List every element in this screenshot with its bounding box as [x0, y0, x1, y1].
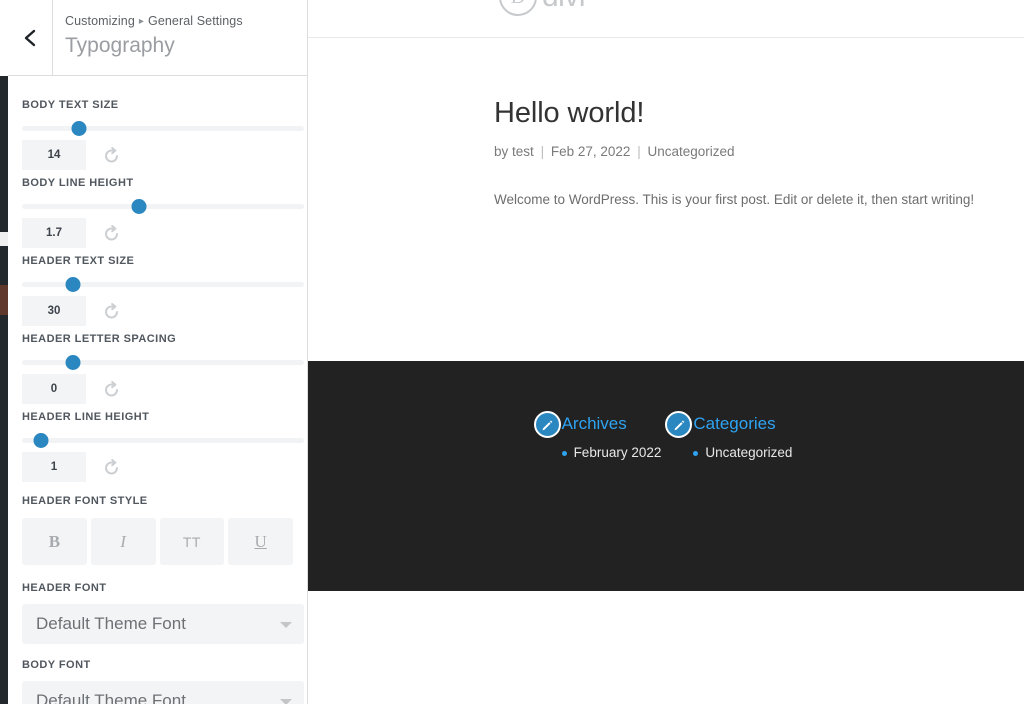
- value-row: 0: [22, 374, 293, 404]
- strip-accent-secondary: [0, 285, 8, 315]
- post-date: Feb 27, 2022: [550, 144, 631, 159]
- control-body-line-height: BODY LINE HEIGHT 1.7: [22, 176, 304, 248]
- footer-widget-row: Archives February 2022 Categories Uncate…: [308, 361, 1024, 463]
- list-item[interactable]: February 2022: [561, 443, 661, 463]
- reset-arrow-icon[interactable]: [96, 452, 126, 482]
- value-input[interactable]: 14: [22, 140, 86, 170]
- reset-arrow-icon[interactable]: [96, 296, 126, 326]
- pencil-edit-icon[interactable]: [533, 411, 561, 438]
- value-row: 1.7: [22, 218, 293, 248]
- value-row: 1: [22, 452, 293, 482]
- chevron-left-icon: [23, 28, 37, 48]
- select-value: Default Theme Font: [36, 691, 186, 704]
- widget-list: Uncategorized: [671, 443, 792, 463]
- sidebar-header: Customizing ▸ General Settings Typography: [8, 0, 307, 76]
- slider-thumb[interactable]: [65, 277, 81, 292]
- value-input[interactable]: 1: [22, 452, 86, 482]
- control-label: BODY FONT: [22, 659, 91, 671]
- site-preview-pane: D divi Hello world! by test | Feb 27, 20…: [308, 0, 1024, 704]
- breadcrumb: Customizing ▸ General Settings: [65, 13, 307, 30]
- control-label: BODY TEXT SIZE: [22, 99, 119, 111]
- control-header-text-size: HEADER TEXT SIZE 30: [22, 254, 304, 326]
- post-meta: by test | Feb 27, 2022 | Uncategorized: [494, 143, 1024, 161]
- widget-list: February 2022: [540, 443, 661, 463]
- slider-track[interactable]: [22, 204, 304, 209]
- strip-top-blank: [0, 0, 8, 76]
- customizer-screen: Customizing ▸ General Settings Typography …: [0, 0, 1024, 704]
- value-row: 14: [22, 140, 293, 170]
- control-label: HEADER TEXT SIZE: [22, 255, 135, 267]
- divi-mark-icon: D: [499, 0, 537, 16]
- slider-header-text-size[interactable]: [22, 277, 304, 292]
- value-input[interactable]: 30: [22, 296, 86, 326]
- meta-separator: |: [540, 144, 545, 159]
- slider-track[interactable]: [22, 282, 304, 287]
- slider-body-line-height[interactable]: [22, 199, 304, 214]
- control-label: HEADER FONT: [22, 582, 107, 594]
- bold-button[interactable]: B: [22, 518, 87, 565]
- sidebar-title-block: Customizing ▸ General Settings Typography: [53, 0, 307, 75]
- reset-arrow-icon[interactable]: [96, 374, 126, 404]
- control-header-line-height: HEADER LINE HEIGHT 1: [22, 410, 304, 482]
- collapsed-admin-strip[interactable]: [0, 0, 8, 704]
- slider-thumb[interactable]: [71, 121, 87, 136]
- author-prefix: by: [494, 144, 509, 159]
- list-item[interactable]: Uncategorized: [693, 443, 792, 463]
- control-label: HEADER LETTER SPACING: [22, 333, 177, 345]
- underline-button[interactable]: U: [228, 518, 293, 565]
- italic-button[interactable]: I: [90, 518, 156, 565]
- sidebar-controls: BODY TEXT SIZE 14 BODY LINE HEIGHT 1.7 H…: [8, 76, 307, 704]
- chevron-down-icon: [280, 622, 292, 628]
- divi-wordmark: divi: [542, 0, 586, 14]
- post-author[interactable]: test: [512, 144, 534, 159]
- control-label: HEADER LINE HEIGHT: [22, 411, 150, 423]
- customizer-sidebar: Customizing ▸ General Settings Typography …: [8, 0, 308, 704]
- post-title: Hello world!: [494, 97, 645, 129]
- page-title: Typography: [65, 34, 175, 57]
- strip-accent: [0, 232, 8, 246]
- site-header: D divi: [308, 0, 1024, 38]
- control-header-font: HEADER FONT Default Theme Font: [22, 581, 304, 644]
- divi-logo[interactable]: D divi: [499, 0, 586, 16]
- select-value: Default Theme Font: [36, 614, 186, 633]
- breadcrumb-separator-icon: ▸: [138, 16, 144, 27]
- body-font-select[interactable]: Default Theme Font: [22, 681, 304, 704]
- breadcrumb-parent[interactable]: Customizing: [65, 14, 135, 28]
- control-header-letter-spacing: HEADER LETTER SPACING 0: [22, 332, 304, 404]
- widget-categories: Categories Uncategorized: [665, 411, 792, 463]
- slider-track[interactable]: [22, 438, 304, 443]
- control-header-font-style: HEADER FONT STYLE B I TT U: [22, 494, 293, 565]
- header-font-select[interactable]: Default Theme Font: [22, 604, 304, 644]
- uppercase-button[interactable]: TT: [159, 518, 225, 565]
- slider-thumb[interactable]: [131, 199, 147, 214]
- slider-header-line-height[interactable]: [22, 433, 304, 448]
- post-body: Welcome to WordPress. This is your first…: [494, 192, 975, 207]
- slider-thumb[interactable]: [65, 355, 81, 370]
- control-body-text-size: BODY TEXT SIZE 14: [22, 98, 304, 170]
- value-row: 30: [22, 296, 293, 326]
- breadcrumb-section[interactable]: General Settings: [148, 14, 243, 28]
- meta-separator: |: [637, 144, 641, 159]
- slider-track[interactable]: [22, 126, 304, 131]
- value-input[interactable]: 0: [22, 374, 86, 404]
- site-footer: Archives February 2022 Categories Uncate…: [308, 361, 1024, 591]
- back-button[interactable]: [8, 0, 53, 75]
- control-body-font: BODY FONT Default Theme Font: [22, 658, 304, 704]
- reset-arrow-icon[interactable]: [96, 140, 126, 170]
- slider-body-text-size[interactable]: [22, 121, 304, 136]
- widget-archives: Archives February 2022: [533, 411, 661, 463]
- control-label: HEADER FONT STYLE: [22, 495, 148, 507]
- reset-arrow-icon[interactable]: [96, 218, 126, 248]
- font-style-button-group: B I TT U: [22, 518, 293, 565]
- value-input[interactable]: 1.7: [22, 218, 86, 248]
- chevron-down-icon: [280, 699, 292, 704]
- post-article: Hello world! by test | Feb 27, 2022 | Un…: [308, 38, 1024, 211]
- post-category[interactable]: Uncategorized: [647, 144, 734, 159]
- slider-header-letter-spacing[interactable]: [22, 355, 304, 370]
- slider-track[interactable]: [22, 360, 304, 365]
- slider-thumb[interactable]: [33, 433, 49, 448]
- control-label: BODY LINE HEIGHT: [22, 177, 134, 189]
